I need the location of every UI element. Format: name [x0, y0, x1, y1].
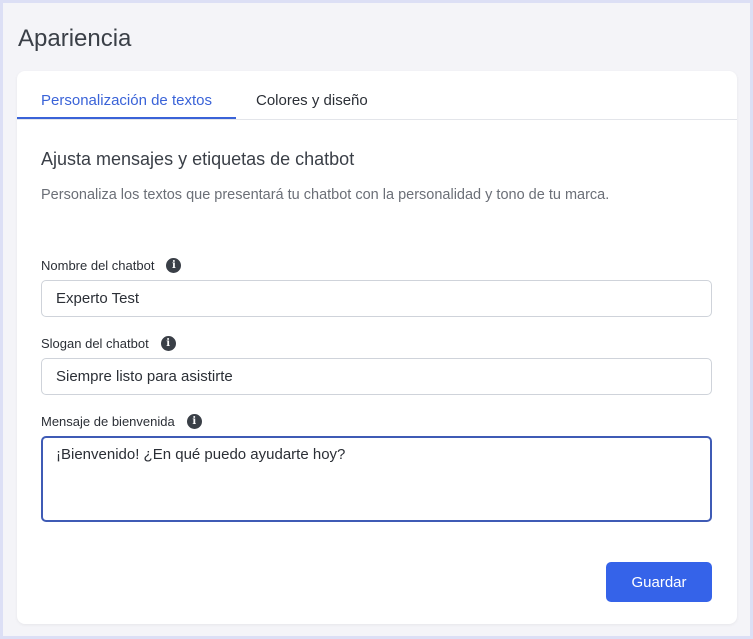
tab-colors-design[interactable]: Colores y diseño	[256, 71, 368, 119]
chatbot-slogan-input[interactable]	[41, 358, 712, 395]
chatbot-name-input[interactable]	[41, 280, 712, 317]
section-description: Personaliza los textos que presentará tu…	[41, 187, 610, 203]
info-icon[interactable]: i	[186, 414, 202, 429]
tab-bar: Personalización de textos Colores y dise…	[17, 71, 737, 120]
welcome-message-textarea[interactable]: ¡Bienvenido! ¿En qué puedo ayudarte hoy?	[41, 436, 712, 522]
appearance-card: Personalización de textos Colores y dise…	[17, 71, 737, 624]
welcome-message-label-text: Mensaje de bienvenida	[41, 414, 175, 429]
chatbot-name-label: Nombre del chatbot i	[41, 258, 182, 273]
welcome-message-label: Mensaje de bienvenida i	[41, 414, 202, 429]
info-icon[interactable]: i	[160, 336, 176, 351]
info-icon[interactable]: i	[166, 258, 182, 273]
chatbot-slogan-label-text: Slogan del chatbot	[41, 336, 149, 351]
tab-text-customization[interactable]: Personalización de textos	[17, 71, 236, 119]
save-button[interactable]: Guardar	[606, 562, 712, 602]
page-title: Apariencia	[18, 25, 132, 52]
chatbot-name-label-text: Nombre del chatbot	[41, 258, 155, 273]
section-heading: Ajusta mensajes y etiquetas de chatbot	[41, 149, 355, 169]
chatbot-slogan-label: Slogan del chatbot i	[41, 336, 176, 351]
